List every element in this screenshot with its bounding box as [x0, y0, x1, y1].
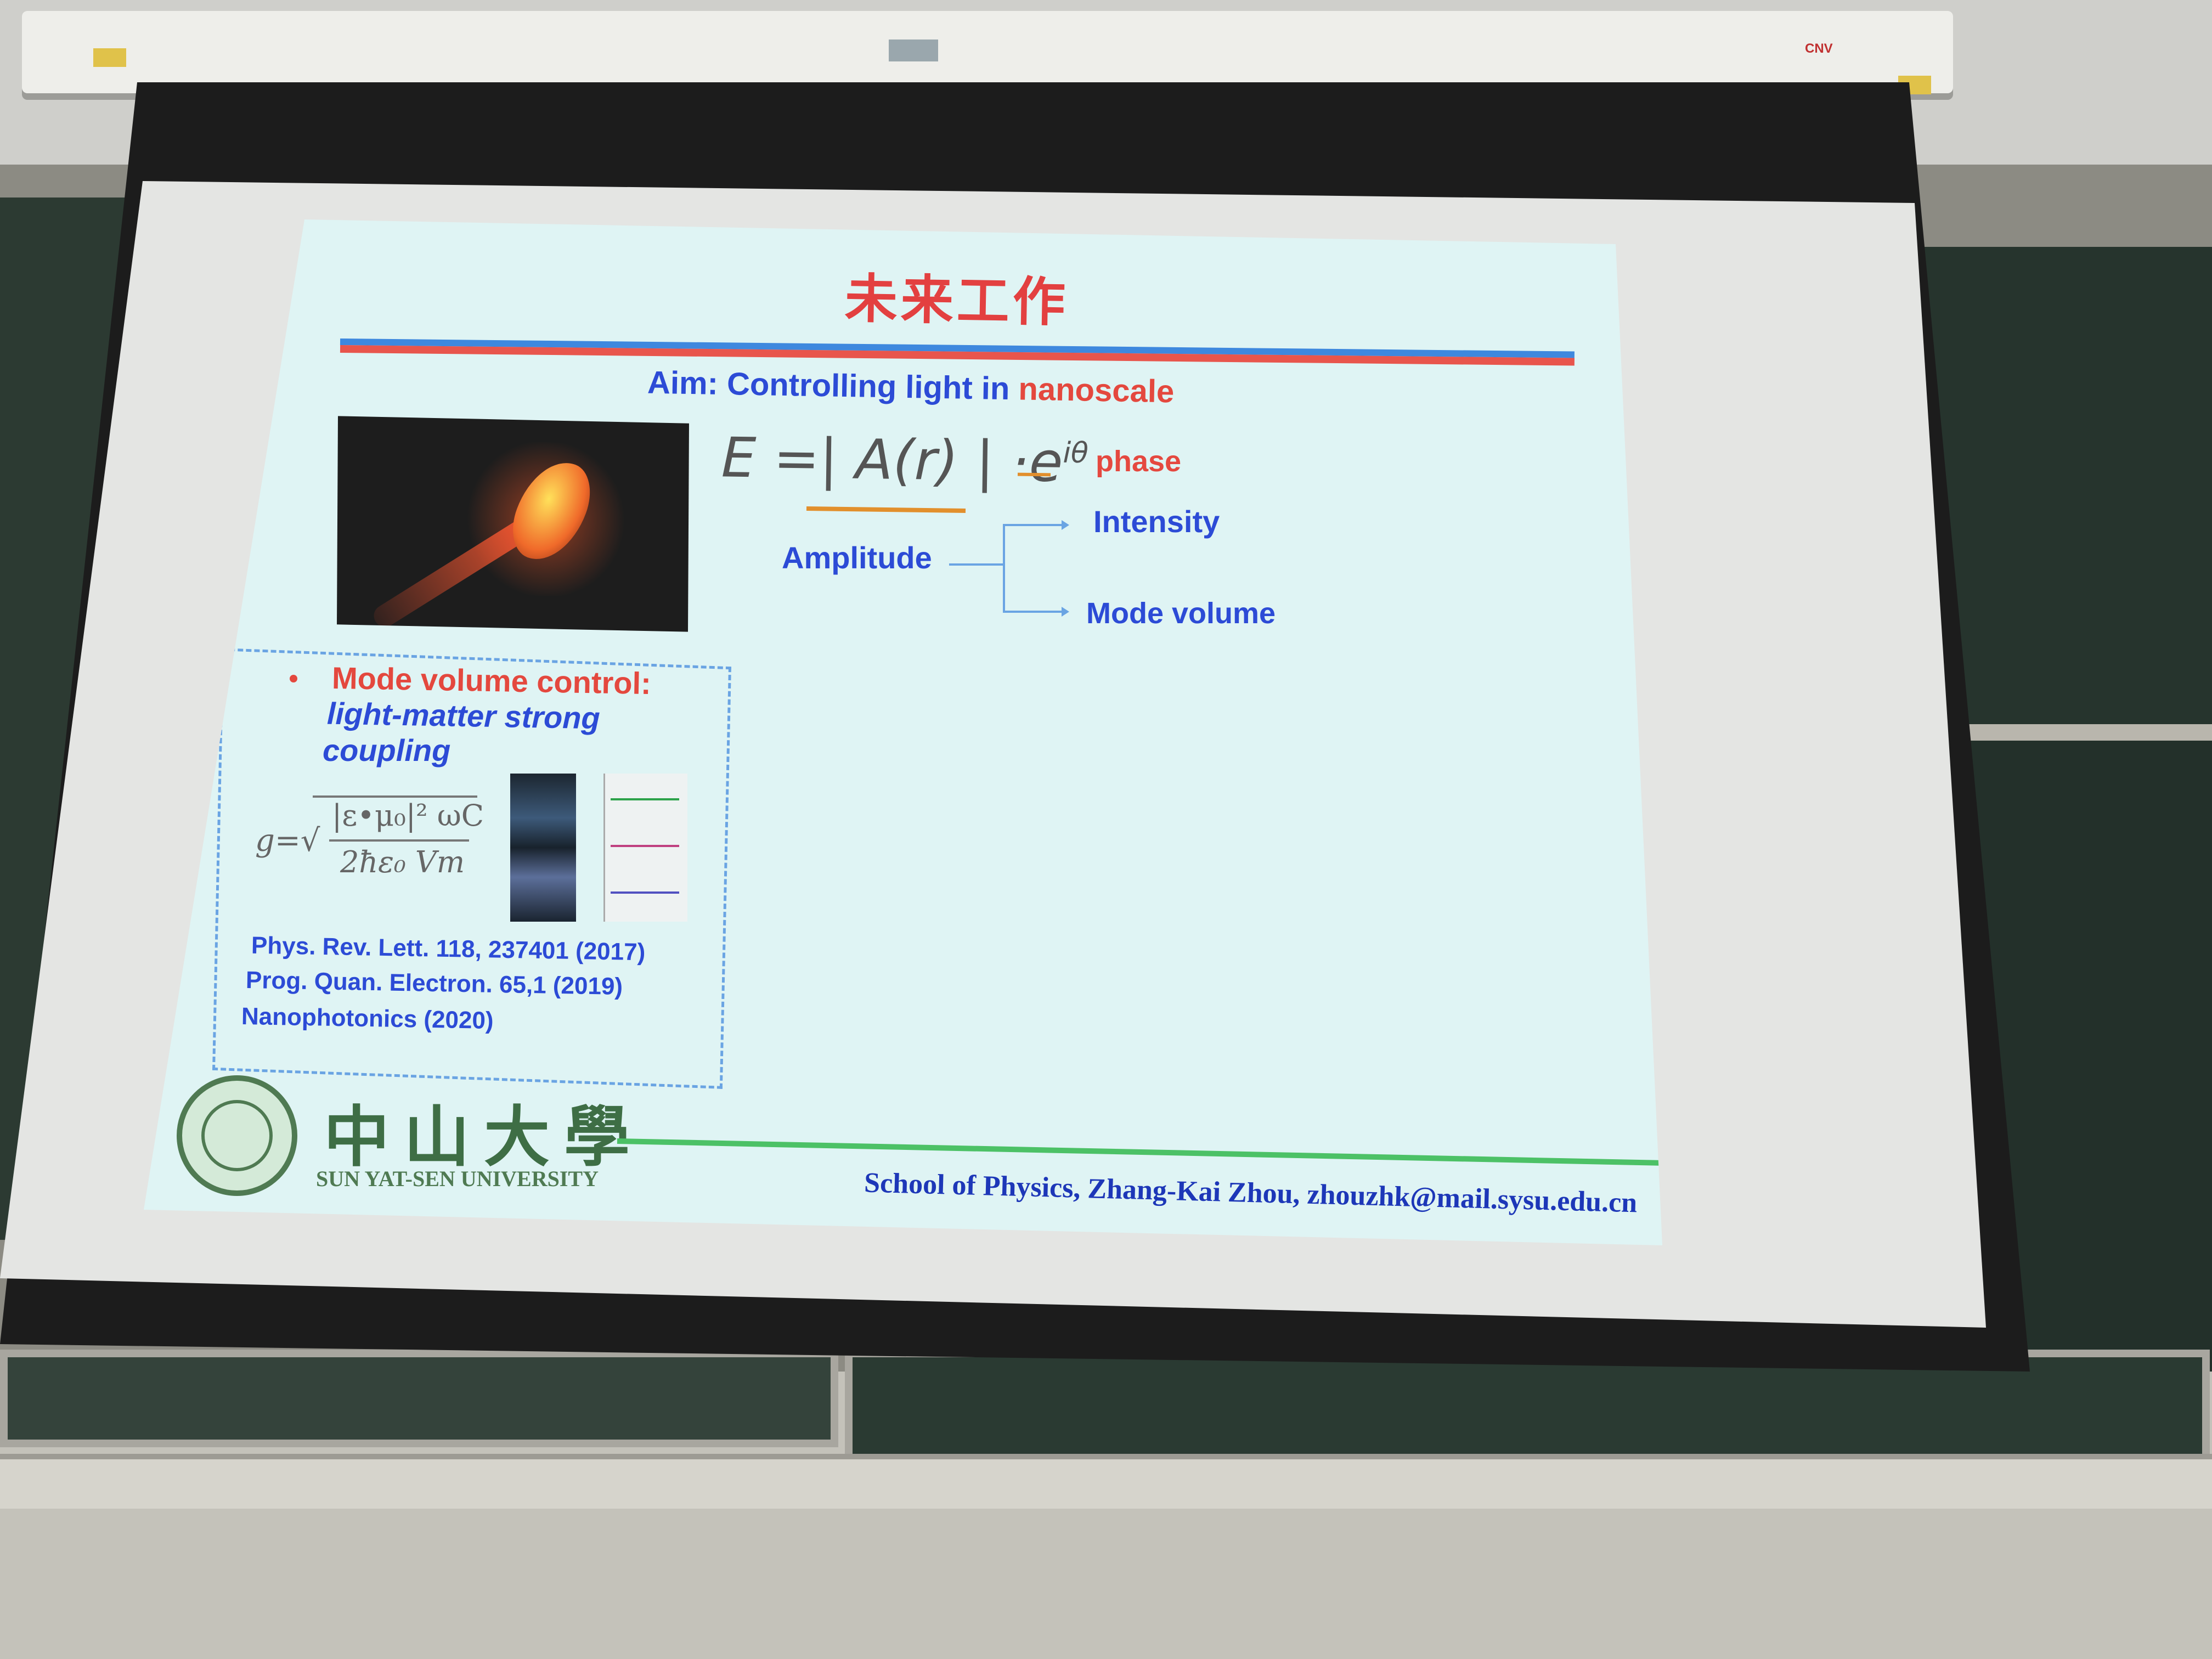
- slide-title: 未来工作: [844, 269, 1069, 332]
- sqrt-icon: √: [300, 823, 320, 859]
- arrow-to-mode-volume: [1003, 611, 1063, 613]
- plot-curve: [611, 798, 679, 800]
- arrowhead-icon: [1062, 607, 1069, 617]
- arrow-stem: [949, 563, 1004, 566]
- nanophotonics-image: [337, 416, 689, 632]
- arrow-branch: [1003, 524, 1005, 612]
- footer-rule: [617, 1138, 1660, 1166]
- university-name-en: SUN YAT-SEN UNIVERSITY: [316, 1166, 599, 1191]
- fraction-line: [329, 839, 469, 842]
- phase-label: phase: [1096, 445, 1182, 478]
- box-bullet-title: Mode volume control:: [331, 660, 652, 701]
- mode-volume-label: Mode volume: [1086, 597, 1276, 630]
- casing-label-plate: [889, 40, 938, 61]
- formula-lhs: g=: [255, 823, 301, 859]
- phase-underline: [1017, 472, 1051, 477]
- university-seal-inner-ring: [201, 1100, 273, 1171]
- formula-numerator: |ε•μ₀|² ωC: [332, 798, 484, 833]
- plot-curve: [611, 845, 679, 847]
- amplitude-underline: [806, 506, 966, 514]
- casing-brand-label: CNV: [1805, 41, 1833, 56]
- equation-body: E =| A(r) | ·e: [721, 425, 1064, 495]
- sqrt-bar: [313, 795, 477, 798]
- equation-exponent: iθ: [1063, 436, 1089, 470]
- arrowhead-icon: [1062, 520, 1069, 530]
- box-subtitle-line2: coupling: [323, 733, 451, 768]
- coupling-figure-images: [510, 774, 576, 922]
- field-equation: E =| A(r) | ·eiθ: [721, 425, 1088, 494]
- intensity-label: Intensity: [1093, 504, 1220, 539]
- reference-3: Nanophotonics (2020): [241, 1002, 494, 1035]
- amplitude-label: Amplitude: [782, 540, 932, 575]
- plot-curve: [611, 891, 679, 894]
- screen-casing: [22, 11, 1953, 93]
- formula-denominator: 2ħε₀ Vm: [340, 845, 465, 879]
- box-subtitle-line1: light-matter strong: [326, 696, 601, 736]
- bullet-icon: [290, 675, 297, 682]
- lower-board-left: [0, 1350, 838, 1447]
- university-name-cn: 中山大學: [324, 1098, 644, 1176]
- coupling-formula-lhs: g=√: [255, 823, 320, 859]
- arrow-to-intensity: [1003, 524, 1063, 526]
- aim-highlight: nanoscale: [1018, 371, 1175, 410]
- coupling-figure-plots: [603, 774, 687, 922]
- aim-line: Aim: Controlling light in nanoscale: [647, 364, 1175, 410]
- casing-sticker: [93, 48, 126, 67]
- footer-credit: School of Physics, Zhang-Kai Zhou, zhouz…: [864, 1167, 1638, 1219]
- chalk-ledge: [0, 1454, 2212, 1509]
- aim-label: Aim: Controlling light in: [647, 364, 1019, 407]
